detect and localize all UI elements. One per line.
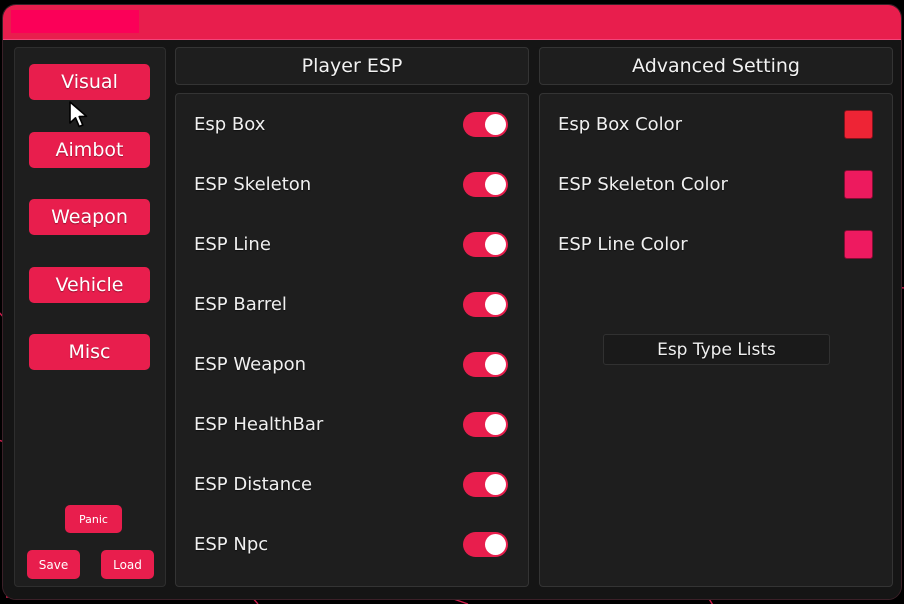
setting-row-esp-line-color: ESP Line Color: [540, 214, 892, 274]
sidebar-item-weapon[interactable]: Weapon: [29, 199, 150, 235]
sidebar-item-visual[interactable]: Visual: [29, 64, 150, 100]
color-swatch-esp-line[interactable]: [844, 229, 873, 259]
setting-row-esp-weapon: ESP Weapon: [176, 334, 528, 394]
toggle-esp-box[interactable]: [463, 111, 508, 137]
toggle-esp-barrel[interactable]: [463, 291, 508, 317]
advanced-setting-title: Advanced Setting: [539, 47, 893, 85]
setting-label: ESP HealthBar: [194, 413, 324, 435]
toggle-knob: [485, 473, 506, 495]
setting-label: ESP Skeleton Color: [558, 173, 728, 195]
sidebar-item-vehicle[interactable]: Vehicle: [29, 267, 150, 303]
toggle-knob: [485, 293, 506, 315]
toggle-esp-npc[interactable]: [463, 531, 508, 557]
toggle-esp-skeleton[interactable]: [463, 171, 508, 197]
setting-row-esp-npc: ESP Npc: [176, 514, 528, 574]
esp-type-lists-button[interactable]: Esp Type Lists: [603, 334, 830, 365]
toggle-knob: [485, 413, 506, 435]
title-accent-bar: [11, 10, 139, 33]
panic-button[interactable]: Panic: [65, 505, 122, 533]
advanced-setting-panel: Esp Box Color ESP Skeleton Color ESP Lin…: [539, 93, 893, 587]
player-esp-column: Player ESP Esp Box ESP Skeleton ESP Line: [175, 47, 529, 587]
setting-label: ESP Npc: [194, 533, 269, 555]
toggle-esp-weapon[interactable]: [463, 351, 508, 377]
save-button[interactable]: Save: [27, 550, 80, 579]
toggle-esp-line[interactable]: [463, 231, 508, 257]
setting-label: Esp Box: [194, 113, 266, 135]
setting-label: ESP Barrel: [194, 293, 287, 315]
menu-content: Visual Aimbot Weapon Vehicle Misc Panic …: [3, 40, 901, 599]
setting-row-esp-line: ESP Line: [176, 214, 528, 274]
setting-row-esp-distance: ESP Distance: [176, 454, 528, 514]
setting-row-esp-skeleton: ESP Skeleton: [176, 154, 528, 214]
toggle-esp-healthbar[interactable]: [463, 411, 508, 437]
player-esp-title: Player ESP: [175, 47, 529, 85]
sidebar: Visual Aimbot Weapon Vehicle Misc Panic …: [14, 47, 166, 587]
setting-label: ESP Line Color: [558, 233, 688, 255]
toggle-knob: [485, 353, 506, 375]
setting-label: ESP Line: [194, 233, 271, 255]
title-bar: [3, 5, 901, 40]
setting-label: ESP Skeleton: [194, 173, 312, 195]
load-button[interactable]: Load: [101, 550, 154, 579]
setting-row-esp-healthbar: ESP HealthBar: [176, 394, 528, 454]
advanced-setting-column: Advanced Setting Esp Box Color ESP Skele…: [539, 47, 893, 587]
toggle-knob: [485, 233, 506, 255]
setting-row-esp-barrel: ESP Barrel: [176, 274, 528, 334]
app-root: Visual Aimbot Weapon Vehicle Misc Panic …: [0, 0, 904, 604]
setting-label: Esp Box Color: [558, 113, 683, 135]
toggle-knob: [485, 173, 506, 195]
toggle-knob: [485, 533, 506, 555]
setting-label: ESP Distance: [194, 473, 313, 495]
cheat-menu-window: Visual Aimbot Weapon Vehicle Misc Panic …: [2, 4, 902, 600]
setting-row-esp-skeleton-color: ESP Skeleton Color: [540, 154, 892, 214]
setting-label: ESP Weapon: [194, 353, 307, 375]
toggle-knob: [485, 113, 506, 135]
player-esp-panel: Esp Box ESP Skeleton ESP Line ESP Barrel: [175, 93, 529, 587]
sidebar-item-aimbot[interactable]: Aimbot: [29, 132, 150, 168]
sidebar-item-misc[interactable]: Misc: [29, 334, 150, 370]
toggle-esp-distance[interactable]: [463, 471, 508, 497]
setting-row-esp-box: Esp Box: [176, 94, 528, 154]
color-swatch-esp-skeleton[interactable]: [844, 169, 873, 199]
color-swatch-esp-box[interactable]: [844, 109, 873, 139]
setting-row-esp-box-color: Esp Box Color: [540, 94, 892, 154]
